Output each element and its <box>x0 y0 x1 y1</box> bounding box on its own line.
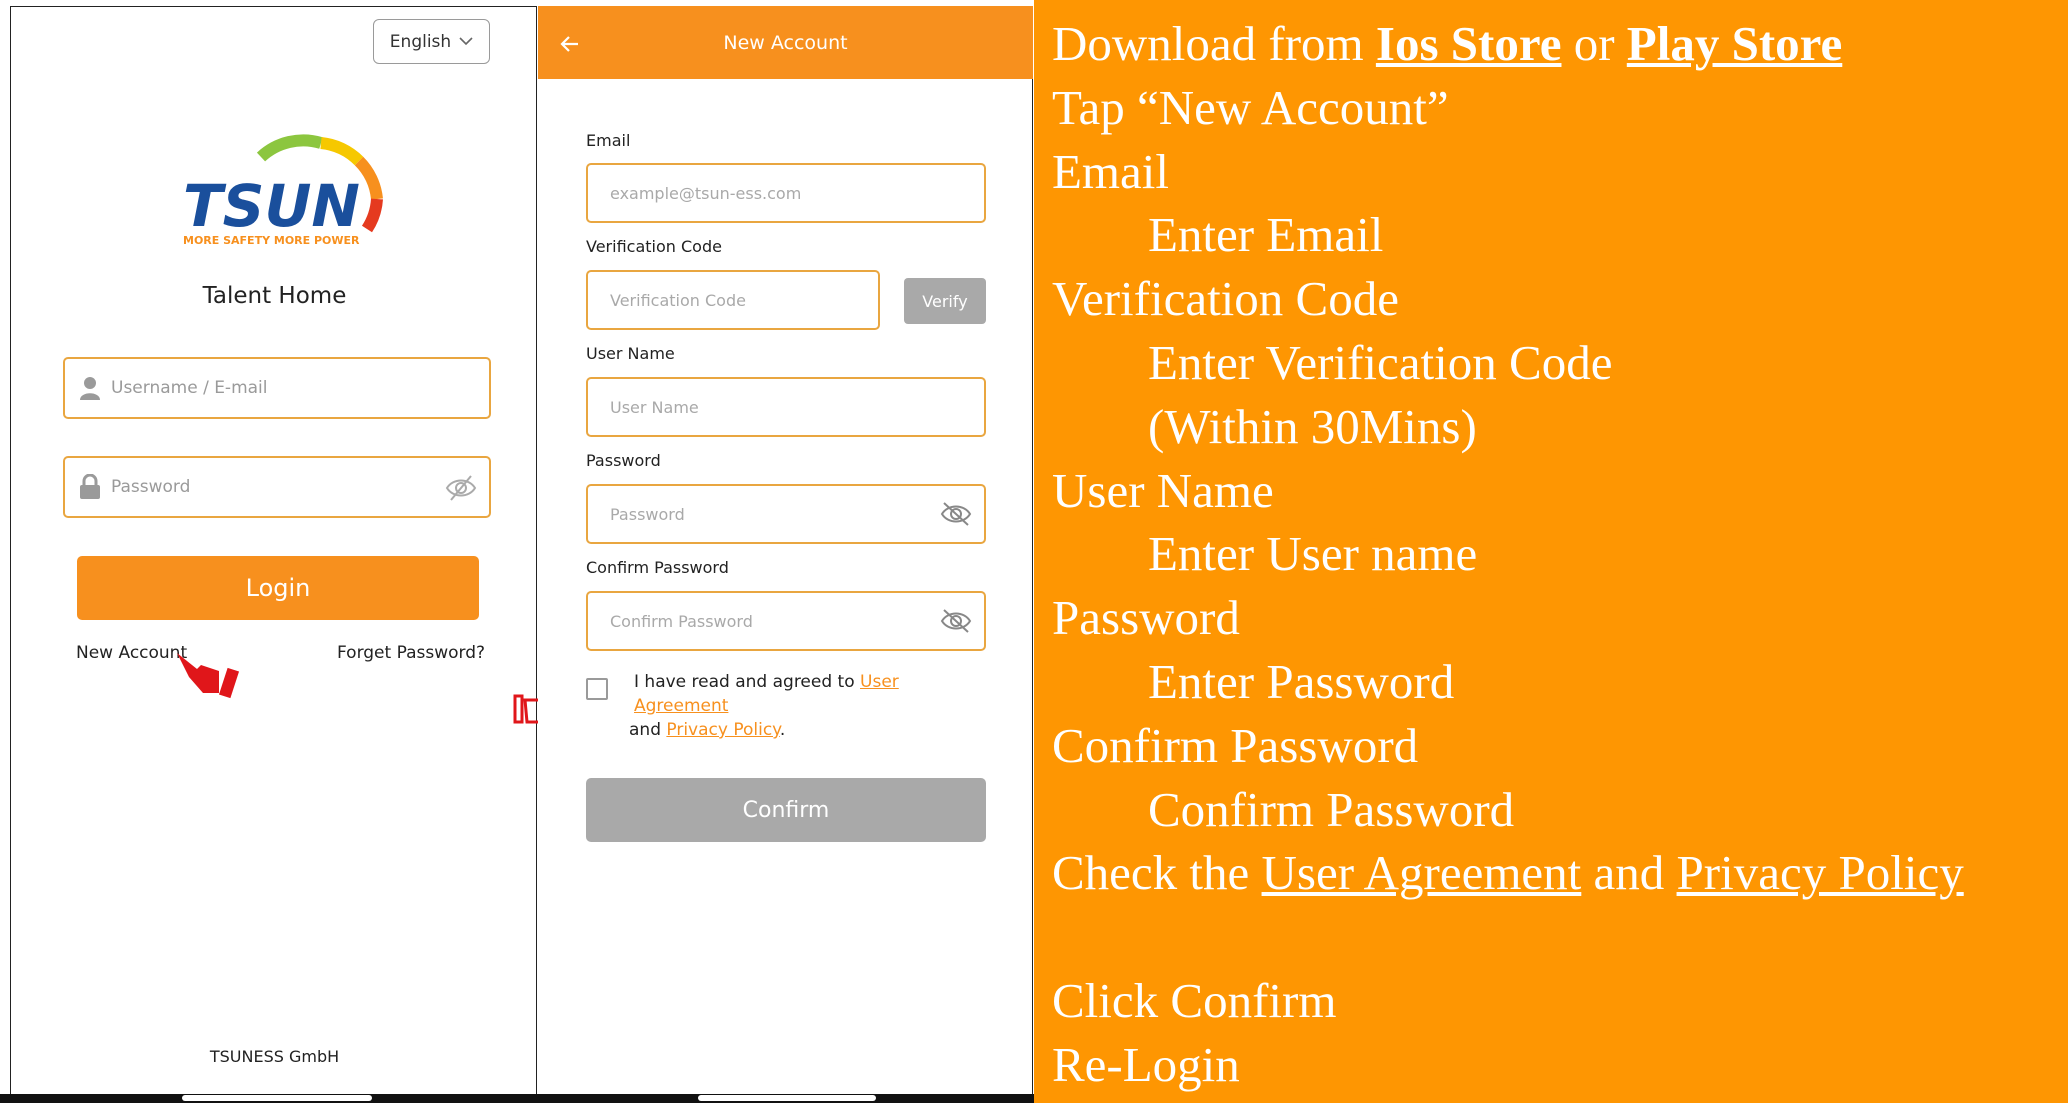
username-input[interactable]: Username / E-mail <box>63 357 491 419</box>
screen-title: New Account <box>723 31 848 54</box>
user-agreement-text: User Agreement <box>1261 845 1582 901</box>
new-account-link[interactable]: New Account <box>76 643 187 663</box>
language-select[interactable]: English <box>373 19 490 64</box>
chevron-down-icon <box>459 37 473 46</box>
language-label: English <box>389 31 452 52</box>
company-footer: TSUNESS GmbH <box>209 1047 340 1066</box>
instruction-line: Enter Verification Code <box>1148 334 1613 390</box>
instruction-check-agreement: Check the User Agreement and Privacy Pol… <box>1052 845 1964 901</box>
agreement-text: I have read and agreed to User Agreement… <box>629 672 899 740</box>
lock-icon <box>80 474 100 499</box>
password-label: Password <box>586 451 661 470</box>
instruction-line: Enter User name <box>1148 526 1478 582</box>
app-title: Talent Home <box>202 283 347 309</box>
instruction-line: Enter Email <box>1148 207 1384 263</box>
instruction-line: Tap “New Account” <box>1052 79 1449 135</box>
confirm-password-label: Confirm Password <box>586 558 729 577</box>
instruction-line: Enter Password <box>1148 653 1455 709</box>
user-icon <box>80 377 100 400</box>
svg-text:TSUN: TSUN <box>183 172 360 240</box>
instruction-line: (Within 30Mins) <box>1148 398 1477 454</box>
verification-code-label: Verification Code <box>586 237 722 256</box>
email-label: Email <box>586 131 631 150</box>
forget-password-link[interactable]: Forget Password? <box>337 643 485 663</box>
ios-store-link[interactable]: Ios Store <box>1376 16 1562 71</box>
instruction-line: Confirm Password <box>1148 781 1515 837</box>
login-button[interactable]: Login <box>77 556 479 620</box>
eye-off-icon[interactable] <box>445 474 477 502</box>
new-account-screen: New Account Email example@tsun-ess.com V… <box>538 6 1033 1097</box>
password-placeholder: Password <box>610 504 685 524</box>
privacy-policy-link[interactable]: Privacy Policy <box>666 720 779 740</box>
instruction-download: Download from Ios Store or Play Store <box>1052 16 1843 71</box>
login-screen: English TSUN MORE SAFETY MORE POWER Tale… <box>10 6 537 1097</box>
play-store-link[interactable]: Play Store <box>1627 16 1842 71</box>
instruction-blank <box>1052 905 2068 969</box>
user-name-field[interactable]: User Name <box>586 377 986 437</box>
arrow-left-icon[interactable] <box>560 28 580 60</box>
home-indicator <box>182 1095 372 1101</box>
verify-button[interactable]: Verify <box>904 278 986 324</box>
user-name-label: User Name <box>586 344 675 363</box>
privacy-policy-text: Privacy Policy <box>1676 845 1964 901</box>
instruction-line: Confirm Password <box>1052 717 1419 773</box>
instruction-line: Verification Code <box>1052 271 1399 327</box>
tsun-logo: TSUN MORE SAFETY MORE POWER <box>183 134 383 247</box>
eye-off-icon[interactable] <box>940 500 972 528</box>
instruction-panel: Download from Ios Store or Play Store Ta… <box>1034 0 2068 1103</box>
pointing-hand-icon <box>177 653 240 699</box>
password-field[interactable]: Password <box>586 484 986 544</box>
instruction-line: Password <box>1052 590 1240 646</box>
instruction-line: User Name <box>1052 462 1274 518</box>
password-placeholder: Password <box>111 477 191 497</box>
eye-off-icon[interactable] <box>940 607 972 635</box>
verification-code-field[interactable]: Verification Code <box>586 270 880 330</box>
instruction-line: Re-Login <box>1052 1036 1240 1092</box>
password-input[interactable]: Password <box>63 456 491 518</box>
email-field[interactable]: example@tsun-ess.com <box>586 163 986 223</box>
svg-text:MORE SAFETY MORE POWER: MORE SAFETY MORE POWER <box>183 234 360 247</box>
username-placeholder: Username / E-mail <box>111 378 268 398</box>
agreement-checkbox[interactable] <box>586 678 608 700</box>
confirm-password-placeholder: Confirm Password <box>610 611 753 631</box>
confirm-button[interactable]: Confirm <box>586 778 986 842</box>
home-indicator <box>698 1095 876 1101</box>
bottom-strip <box>0 1094 1034 1103</box>
instruction-line: Email <box>1052 143 1170 199</box>
instruction-line: Click Confirm <box>1052 972 1337 1028</box>
app-bar: New Account <box>538 6 1033 79</box>
confirm-password-field[interactable]: Confirm Password <box>586 591 986 651</box>
